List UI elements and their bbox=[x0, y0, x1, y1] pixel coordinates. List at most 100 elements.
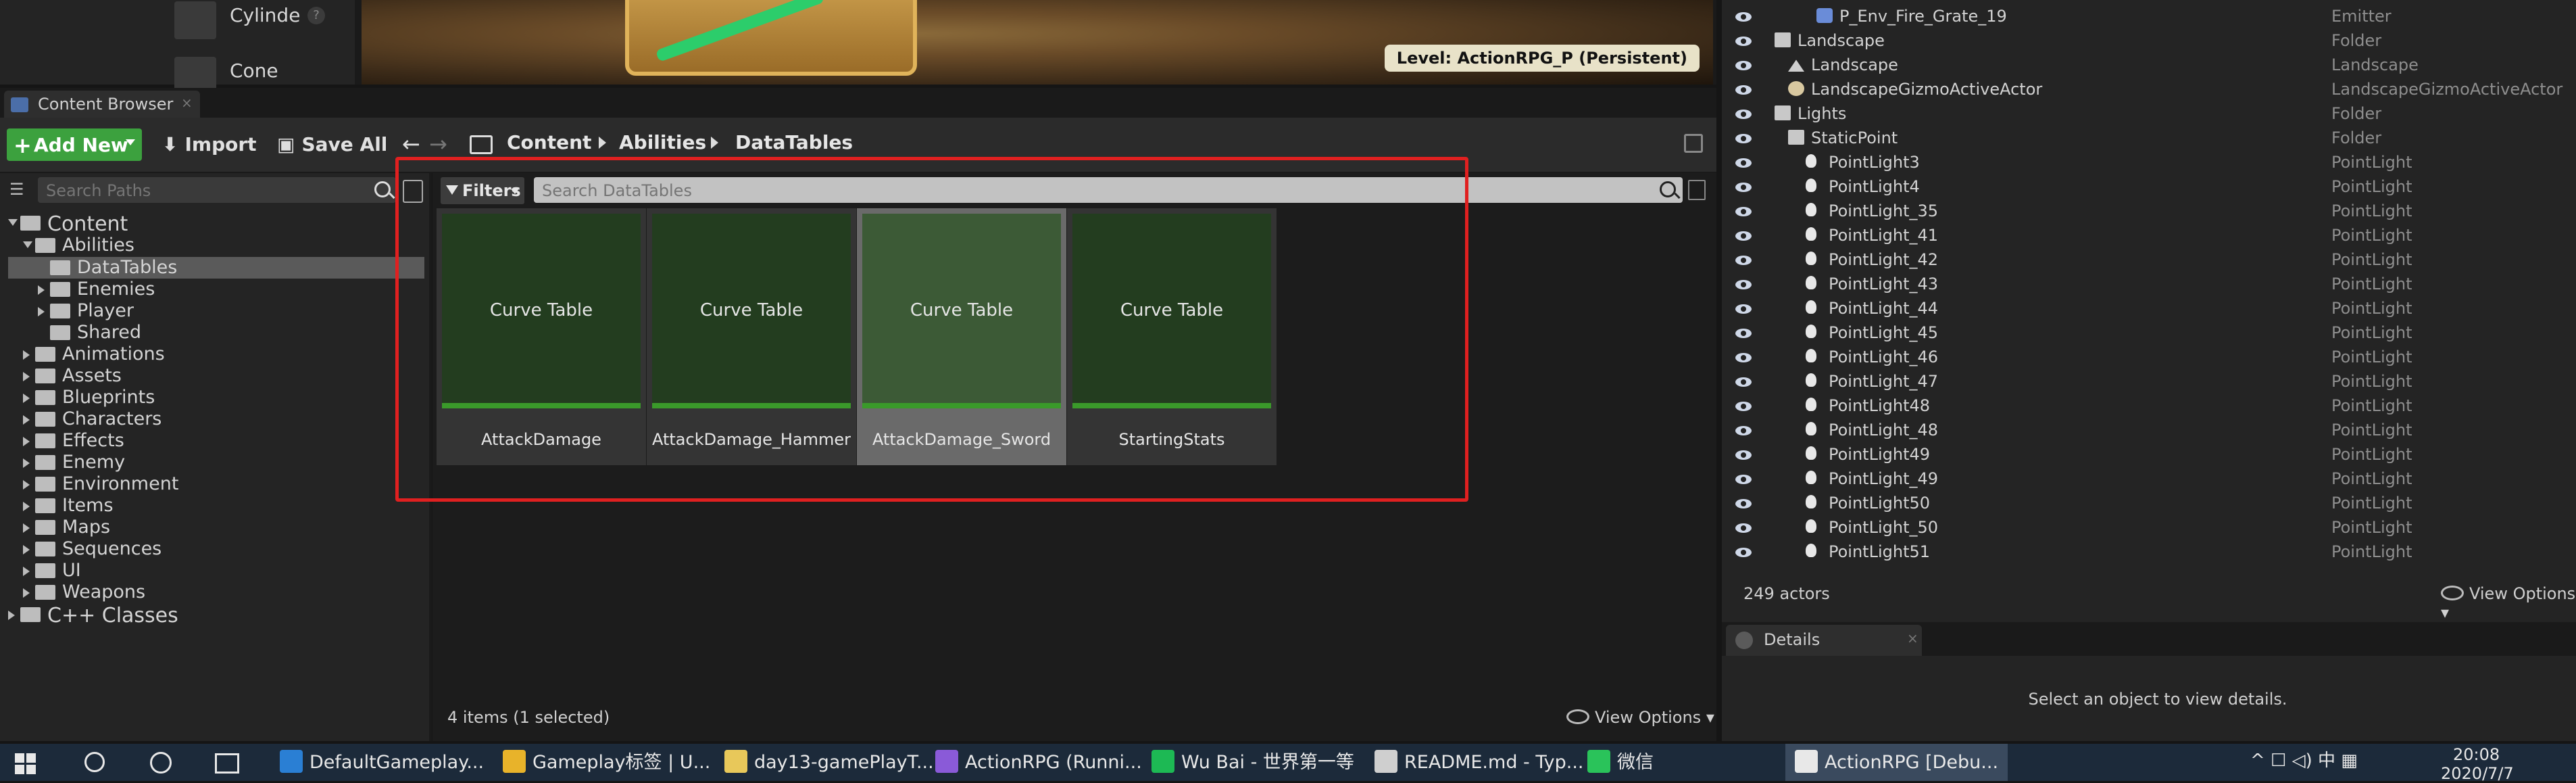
path-search-input[interactable] bbox=[45, 180, 365, 201]
breadcrumb-separator-icon[interactable] bbox=[711, 137, 718, 149]
system-tray[interactable]: ^ ☐ ◁) 中 ▦ bbox=[2250, 746, 2358, 772]
save-search-icon[interactable] bbox=[1688, 180, 1706, 200]
visibility-eye-icon[interactable] bbox=[1735, 61, 1752, 70]
expand-arrow-closed-icon[interactable] bbox=[23, 567, 30, 576]
visibility-eye-icon[interactable] bbox=[1735, 231, 1752, 241]
breadcrumb-abilities[interactable]: Abilities bbox=[619, 131, 706, 153]
expand-arrow-open-icon[interactable] bbox=[8, 219, 18, 226]
outliner-row[interactable]: PointLight4 PointLight bbox=[1722, 174, 2576, 199]
visibility-eye-icon[interactable] bbox=[1735, 207, 1752, 216]
outliner-row[interactable]: PointLight50 PointLight bbox=[1722, 491, 2576, 515]
outliner-row[interactable]: Lights Folder bbox=[1722, 101, 2576, 126]
expand-arrow-closed-icon[interactable] bbox=[8, 611, 15, 620]
visibility-eye-icon[interactable] bbox=[1735, 548, 1752, 557]
outliner-row[interactable]: PointLight_45 PointLight bbox=[1722, 321, 2576, 345]
expand-arrow-closed-icon[interactable] bbox=[23, 372, 30, 381]
outliner-row[interactable]: PointLight_48 PointLight bbox=[1722, 418, 2576, 442]
cortana-icon[interactable] bbox=[150, 752, 172, 774]
outliner-row[interactable]: P_Env_Fire_Grate_19 Emitter bbox=[1722, 4, 2576, 28]
tab-details[interactable] bbox=[1726, 625, 1922, 656]
visibility-eye-icon[interactable] bbox=[1735, 353, 1752, 362]
outliner-row[interactable]: PointLight48 PointLight bbox=[1722, 394, 2576, 418]
visibility-eye-icon[interactable] bbox=[1735, 12, 1752, 22]
expand-arrow-closed-icon[interactable] bbox=[23, 523, 30, 533]
collapse-sources-icon[interactable]: ☰ bbox=[9, 180, 31, 200]
clock-date[interactable]: 2020/7/7 bbox=[2441, 764, 2514, 783]
outliner-row[interactable]: PointLight_50 PointLight bbox=[1722, 515, 2576, 540]
outliner-row[interactable]: PointLight_42 PointLight bbox=[1722, 247, 2576, 272]
visibility-eye-icon[interactable] bbox=[1735, 37, 1752, 46]
expand-arrow-closed-icon[interactable] bbox=[23, 545, 30, 554]
visibility-eye-icon[interactable] bbox=[1735, 523, 1752, 533]
expand-arrow-closed-icon[interactable] bbox=[23, 437, 30, 446]
outliner-row[interactable]: PointLight49 PointLight bbox=[1722, 442, 2576, 467]
visibility-eye-icon[interactable] bbox=[1735, 450, 1752, 460]
outliner-row[interactable]: Landscape Folder bbox=[1722, 28, 2576, 53]
visibility-eye-icon[interactable] bbox=[1735, 110, 1752, 119]
search-icon[interactable] bbox=[84, 752, 105, 772]
visibility-eye-icon[interactable] bbox=[1735, 402, 1752, 411]
taskbar-app-button[interactable]: ActionRPG (Runni... bbox=[926, 744, 1151, 781]
close-icon[interactable]: × bbox=[181, 95, 193, 111]
clock-time[interactable]: 20:08 bbox=[2453, 745, 2500, 764]
breadcrumb-separator-icon[interactable] bbox=[599, 137, 606, 149]
search-icon[interactable] bbox=[374, 181, 391, 197]
expand-arrow-closed-icon[interactable] bbox=[23, 415, 30, 425]
outliner-row[interactable]: PointLight_41 PointLight bbox=[1722, 223, 2576, 247]
expand-arrow-closed-icon[interactable] bbox=[23, 480, 30, 490]
place-item-cylinder[interactable]: Cylinde ? bbox=[169, 0, 351, 39]
visibility-eye-icon[interactable] bbox=[1735, 134, 1752, 143]
taskbar-app-button[interactable]: Gameplay标签 | U... bbox=[493, 744, 720, 781]
forward-arrow-icon[interactable]: → bbox=[429, 131, 447, 157]
taskbar-app-button[interactable]: DefaultGameplay... bbox=[270, 744, 493, 781]
visibility-eye-icon[interactable] bbox=[1735, 377, 1752, 387]
outliner-row[interactable]: PointLight_43 PointLight bbox=[1722, 272, 2576, 296]
taskbar-app-button[interactable]: ActionRPG [Debu... bbox=[1785, 744, 2008, 781]
outliner-row[interactable]: PointLight_44 PointLight bbox=[1722, 296, 2576, 321]
import-button[interactable]: ⬇ Import bbox=[162, 128, 257, 161]
view-options-button[interactable]: View Options ▾ bbox=[1566, 708, 1714, 727]
folder-icon[interactable] bbox=[470, 135, 493, 154]
outliner-row[interactable]: PointLight51 PointLight bbox=[1722, 540, 2576, 564]
outliner-row[interactable]: Landscape Landscape bbox=[1722, 53, 2576, 77]
taskbar-app-button[interactable]: Wu Bai - 世界第一等 bbox=[1142, 744, 1364, 781]
path-search-box[interactable] bbox=[38, 177, 396, 203]
lock-icon[interactable] bbox=[1684, 134, 1703, 153]
save-all-button[interactable]: ▣ Save All bbox=[277, 128, 387, 161]
close-icon[interactable]: × bbox=[1907, 630, 1918, 646]
outliner-row[interactable]: PointLight3 PointLight bbox=[1722, 150, 2576, 174]
help-icon[interactable]: ? bbox=[307, 7, 325, 24]
windows-start-icon[interactable] bbox=[15, 753, 36, 775]
expand-arrow-closed-icon[interactable] bbox=[23, 458, 30, 468]
outliner-view-options-button[interactable]: View Options ▾ bbox=[2441, 584, 2576, 622]
expand-arrow-open-icon[interactable] bbox=[23, 241, 32, 248]
outliner-row[interactable]: PointLight_47 PointLight bbox=[1722, 369, 2576, 394]
visibility-eye-icon[interactable] bbox=[1735, 426, 1752, 435]
expand-arrow-closed-icon[interactable] bbox=[38, 307, 45, 316]
outliner-row[interactable]: PointLight_35 PointLight bbox=[1722, 199, 2576, 223]
breadcrumb-datatables[interactable]: DataTables bbox=[735, 131, 853, 153]
outliner-row[interactable]: PointLight_49 PointLight bbox=[1722, 467, 2576, 491]
expand-arrow-closed-icon[interactable] bbox=[23, 502, 30, 511]
visibility-eye-icon[interactable] bbox=[1735, 280, 1752, 289]
visibility-eye-icon[interactable] bbox=[1735, 475, 1752, 484]
task-view-icon[interactable] bbox=[215, 753, 239, 774]
expand-arrow-closed-icon[interactable] bbox=[23, 588, 30, 598]
visibility-eye-icon[interactable] bbox=[1735, 256, 1752, 265]
expand-arrow-closed-icon[interactable] bbox=[38, 285, 45, 295]
back-arrow-icon[interactable]: ← bbox=[402, 131, 420, 157]
outliner-row[interactable]: PointLight_46 PointLight bbox=[1722, 345, 2576, 369]
visibility-eye-icon[interactable] bbox=[1735, 85, 1752, 95]
visibility-eye-icon[interactable] bbox=[1735, 499, 1752, 508]
add-new-button[interactable]: + Add New bbox=[7, 128, 142, 161]
visibility-eye-icon[interactable] bbox=[1735, 304, 1752, 314]
taskbar-app-button[interactable]: README.md - Typ... bbox=[1365, 744, 1593, 781]
expand-arrow-closed-icon[interactable] bbox=[23, 350, 30, 360]
outliner-row[interactable]: LandscapeGizmoActiveActor LandscapeGizmoA… bbox=[1722, 77, 2576, 101]
taskbar-app-button[interactable]: 微信 bbox=[1578, 744, 1663, 781]
level-viewport[interactable]: Level: ActionRPG_P (Persistent) bbox=[362, 0, 1713, 85]
taskbar-app-button[interactable]: day13-gamePlayT... bbox=[715, 744, 943, 781]
visibility-eye-icon[interactable] bbox=[1735, 183, 1752, 192]
visibility-eye-icon[interactable] bbox=[1735, 158, 1752, 168]
expand-arrow-closed-icon[interactable] bbox=[23, 394, 30, 403]
